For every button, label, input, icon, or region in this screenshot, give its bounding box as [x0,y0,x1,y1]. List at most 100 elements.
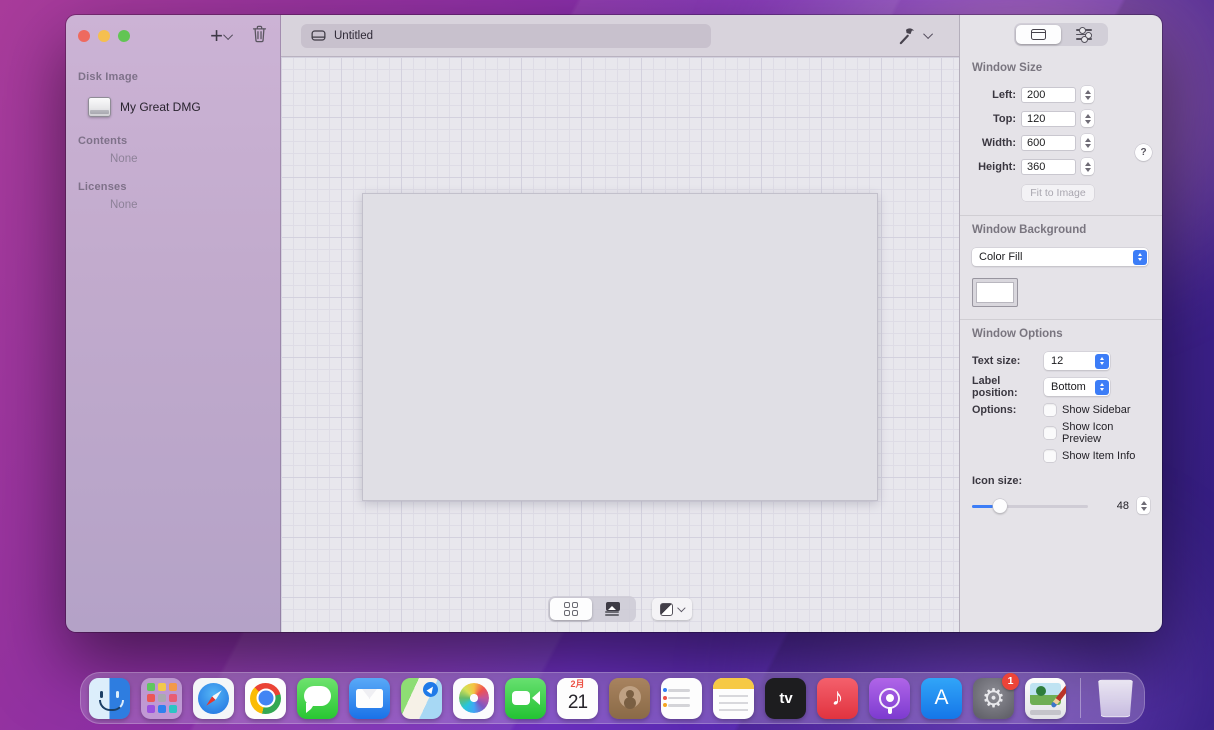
hammer-icon [897,26,918,46]
tab-settings-inspector[interactable] [1061,25,1106,44]
sidebar-item-disk-image[interactable]: My Great DMG [78,93,268,121]
options-row: Options: Show Sidebar Show Icon Preview [972,404,1150,467]
label-position-value: Bottom [1051,381,1086,393]
icon-size-row: 48 [972,497,1150,514]
dock-item-messages[interactable] [297,678,338,719]
calendar-day: 21 [557,691,598,715]
calendar-month: 2月 [557,678,598,691]
build-button[interactable] [897,26,933,46]
dock-item-notes[interactable] [713,678,754,719]
close-button[interactable] [78,30,90,42]
show-item-info-option: Show Item Info [1044,450,1150,462]
document-tab-label: Untitled [334,30,373,42]
gear-icon: ⚙ [982,683,1005,714]
show-sidebar-checkbox[interactable] [1044,404,1056,416]
grid-view-button[interactable] [550,598,592,620]
sidebar-titlebar: + [66,15,280,57]
canvas-controls [281,596,959,622]
show-item-info-checkbox[interactable] [1044,450,1056,462]
dock-item-maps[interactable] [401,678,442,719]
dock-item-app-store[interactable]: A [921,678,962,719]
dock-item-music[interactable]: ♪ [817,678,858,719]
dock-item-finder[interactable] [89,678,130,719]
dmg-window-preview[interactable] [362,193,878,501]
window-icon [1031,29,1046,40]
dock-separator [1080,678,1081,718]
dock-item-dmg-canvas[interactable] [1025,678,1066,719]
dock-item-contacts[interactable] [609,678,650,719]
delete-button[interactable] [251,24,268,48]
licenses-none-value: None [78,199,268,211]
dock-item-photos[interactable] [453,678,494,719]
plus-icon: + [210,27,223,45]
chrome-icon [250,683,281,714]
show-icon-preview-checkbox[interactable] [1044,427,1056,439]
background-type-value: Color Fill [979,251,1022,263]
dock-item-safari[interactable] [193,678,234,719]
envelope-icon [356,689,383,708]
sliders-icon [1076,29,1092,41]
text-size-popup[interactable]: 12 [1044,352,1110,370]
text-size-row: Text size: 12 [972,352,1150,370]
podcasts-icon [879,688,900,709]
top-field-row: Top: [972,110,1150,127]
disk-image-icon [88,97,111,117]
dock-item-trash[interactable] [1097,679,1135,717]
icon-size-slider[interactable] [972,499,1088,513]
top-field-label: Top: [972,113,1016,125]
show-sidebar-option: Show Sidebar [1044,404,1150,416]
window-background-title: Window Background [972,224,1150,236]
document-tab[interactable]: Untitled [301,24,711,48]
inspector-tab-segmented-control [1014,23,1108,46]
icon-size-label: Icon size: [972,475,1150,487]
icon-size-stepper[interactable] [1137,497,1150,514]
label-position-label: Label position: [972,375,1044,399]
top-stepper[interactable] [1081,110,1094,127]
fit-to-image-button[interactable]: Fit to Image [1022,185,1094,201]
chevron-down-icon [677,604,685,612]
width-field[interactable] [1021,135,1076,151]
sidebar: + Disk Image [66,15,281,632]
dock-item-podcasts[interactable] [869,678,910,719]
dock-item-facetime[interactable] [505,678,546,719]
dock-item-reminders[interactable] [661,678,702,719]
height-stepper[interactable] [1081,158,1094,175]
dock-item-system-settings[interactable]: ⚙ 1 [973,678,1014,719]
desktop-wallpaper: + Disk Image [0,0,1214,730]
background-type-popup[interactable]: Color Fill [972,248,1148,266]
left-stepper[interactable] [1081,86,1094,103]
layout-canvas[interactable] [281,57,959,632]
view-mode-segmented-control [548,596,636,622]
music-note-icon: ♪ [832,684,844,712]
inspector-panel: Window Size Left: Top: Width: [959,15,1162,632]
help-button[interactable]: ? [1135,144,1152,161]
width-field-row: Width: [972,134,1150,151]
window-options-section: Window Options Text size: 12 Label posit… [960,322,1162,524]
dock-item-mail[interactable] [349,678,390,719]
top-field[interactable] [1021,111,1076,127]
tab-window-inspector[interactable] [1016,25,1061,44]
show-icon-preview-option: Show Icon Preview [1044,421,1150,445]
sidebar-header-disk-image: Disk Image [78,71,268,83]
window-size-title: Window Size [972,62,1150,74]
label-position-popup[interactable]: Bottom [1044,378,1110,396]
background-view-button[interactable] [592,598,634,620]
sidebar-header-contents: Contents [78,135,268,147]
zoom-button[interactable] [118,30,130,42]
left-field[interactable] [1021,87,1076,103]
dock-item-launchpad[interactable] [141,678,182,719]
dock-item-apple-tv[interactable]: tv [765,678,806,719]
add-button[interactable]: + [210,27,233,45]
dock-item-chrome[interactable] [245,678,286,719]
left-field-row: Left: [972,86,1150,103]
popup-arrows-icon [1095,354,1109,369]
height-field[interactable] [1021,159,1076,175]
appearance-button[interactable] [652,598,693,620]
slider-knob[interactable] [993,499,1007,513]
background-color-well[interactable] [972,278,1018,307]
app-store-glyph: A [934,686,948,710]
chevron-down-icon [923,29,933,39]
width-stepper[interactable] [1081,134,1094,151]
minimize-button[interactable] [98,30,110,42]
dock-item-calendar[interactable]: 2月 21 [557,678,598,719]
